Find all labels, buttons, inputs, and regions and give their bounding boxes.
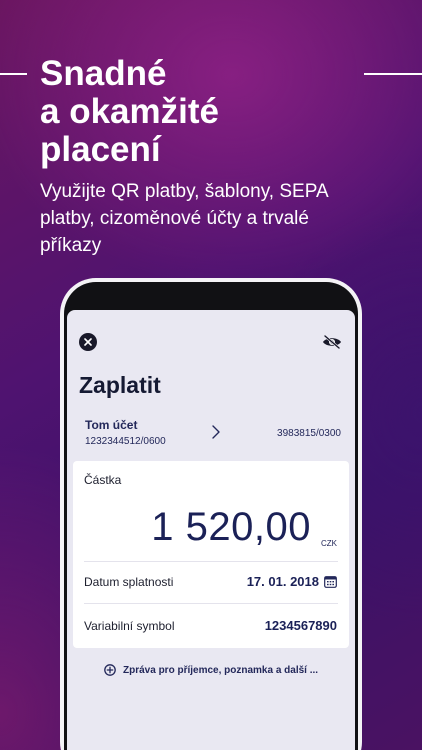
- decorative-line-left: [0, 73, 27, 75]
- promo-subtitle: Využijte QR platby, šablony, SEPA platby…: [40, 181, 328, 256]
- phone-screen: Zaplatit Tom účet 1232344512/0600 398381…: [64, 282, 358, 750]
- close-button[interactable]: [79, 333, 97, 351]
- payment-form-card: Částka 1 520,00 CZK Datum splatnosti 17.…: [73, 461, 349, 648]
- headline-line-3: placení: [40, 130, 161, 169]
- chevron-right-icon: [212, 425, 220, 439]
- account-number: 1232344512/0600: [85, 436, 166, 447]
- headline-line-2: a okamžité: [40, 92, 219, 131]
- currency-label: CZK: [321, 539, 337, 548]
- page-title: Zaplatit: [79, 372, 161, 398]
- phone-frame: Zaplatit Tom účet 1232344512/0600 398381…: [60, 278, 362, 750]
- plus-circle-icon: [104, 664, 116, 676]
- eye-off-icon: [323, 335, 341, 349]
- hide-balance-button[interactable]: [321, 334, 343, 350]
- account-selector[interactable]: Tom účet 1232344512/0600 3983815/0300: [79, 414, 341, 450]
- promo-headline: Snadné a okamžité placení: [40, 55, 340, 169]
- divider: [84, 603, 338, 604]
- variable-symbol-field[interactable]: 1234567890: [265, 618, 337, 633]
- account-name: Tom účet: [85, 418, 138, 432]
- variable-symbol-label: Variabilní symbol: [84, 619, 175, 633]
- due-date-field[interactable]: 17. 01. 2018: [247, 574, 319, 589]
- close-icon: [84, 338, 92, 346]
- calendar-icon[interactable]: [324, 575, 337, 588]
- amount-input[interactable]: 1 520,00: [73, 505, 311, 550]
- divider: [84, 561, 338, 562]
- due-date-label: Datum splatnosti: [84, 575, 174, 589]
- more-options-label: Zpráva pro příjemce, poznamka a další ..…: [123, 664, 319, 676]
- decorative-line-right: [364, 73, 422, 75]
- more-options-link[interactable]: Zpráva pro příjemce, poznamka a další ..…: [104, 662, 344, 678]
- target-account-number: 3983815/0300: [277, 428, 341, 439]
- headline-line-1: Snadné: [40, 54, 167, 93]
- payment-screen: Zaplatit Tom účet 1232344512/0600 398381…: [67, 310, 355, 750]
- amount-label: Částka: [84, 473, 122, 487]
